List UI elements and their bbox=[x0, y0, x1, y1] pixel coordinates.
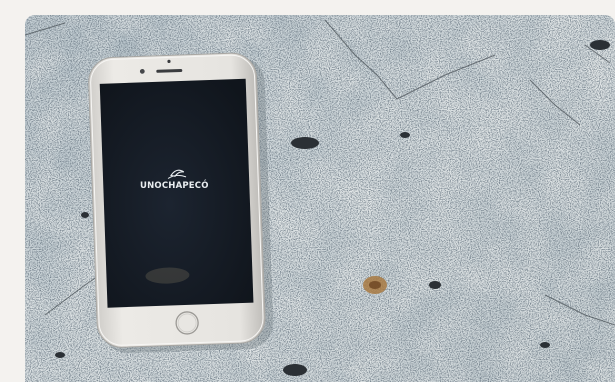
screen-logo-text: UNOCHAPECÓ bbox=[140, 181, 209, 191]
page-frame: UNOCHAPECÓ bbox=[0, 0, 615, 382]
photo-canvas bbox=[25, 15, 615, 382]
smartphone bbox=[88, 52, 266, 348]
rust-spot-core bbox=[369, 281, 381, 289]
photo bbox=[25, 15, 615, 382]
home-button bbox=[175, 311, 199, 335]
